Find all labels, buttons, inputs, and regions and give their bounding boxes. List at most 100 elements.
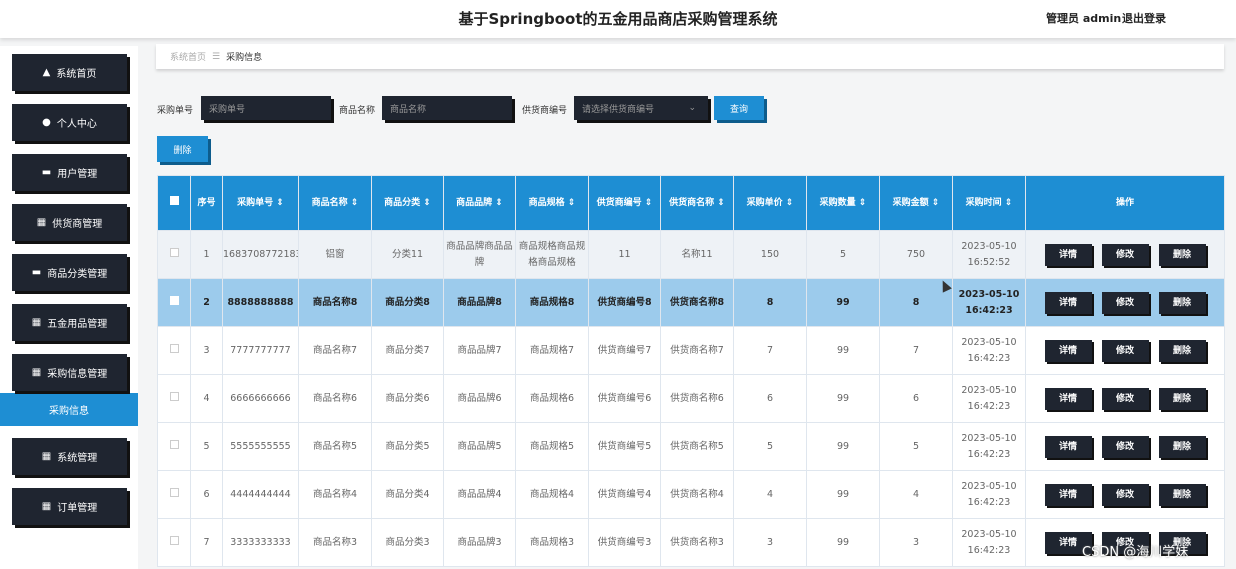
sidebar-item-label: 系统管理 xyxy=(57,453,98,464)
sidebar-item-label: 采购信息管理 xyxy=(47,369,108,380)
row-checkbox[interactable] xyxy=(169,247,179,257)
detail-button[interactable]: 详情 xyxy=(1044,387,1092,410)
breadcrumb-home[interactable]: 系统首页 xyxy=(170,50,206,63)
edit-button[interactable]: 修改 xyxy=(1101,339,1149,362)
table-cell: 7 xyxy=(733,326,807,375)
sidebar-item-5[interactable]: ▦ 五金用品管理 xyxy=(12,304,127,341)
table-cell: 商品规格6 xyxy=(515,374,589,423)
query-button[interactable]: 查询 xyxy=(714,96,764,120)
sidebar: 采购信息 ▲ 系统首页 ● 个人中心 ▬ 用户管理 ▦ 供货商管理 ▬ 商品分类管理 ▦ 五金用品管理… xyxy=(0,46,138,569)
column-header[interactable]: 采购时间 ⇕ xyxy=(952,175,1026,231)
edit-button[interactable]: 修改 xyxy=(1101,243,1149,266)
detail-button[interactable]: 详情 xyxy=(1044,483,1092,506)
edit-button[interactable]: 修改 xyxy=(1101,291,1149,314)
table-cell: 3 xyxy=(879,518,953,567)
delete-button[interactable]: 删除 xyxy=(1158,243,1206,266)
sidebar-item-7[interactable]: ▦ 系统管理 xyxy=(12,438,127,475)
table-cell: 150 xyxy=(733,230,807,279)
sidebar-item-label: 用户管理 xyxy=(57,169,98,180)
column-header[interactable]: 供货商名称 ⇕ xyxy=(660,175,734,231)
detail-button[interactable]: 详情 xyxy=(1044,339,1092,362)
row-checkbox[interactable] xyxy=(169,391,179,401)
table-cell: 2023-05-10 16:42:23 xyxy=(952,278,1026,327)
column-header[interactable]: 采购单号 ⇕ xyxy=(222,175,299,231)
select-all-checkbox[interactable] xyxy=(169,195,179,205)
table-cell: 供货商编号8 xyxy=(588,278,661,327)
purchase-table: 序号 采购单号 ⇕ 商品名称 ⇕ 商品分类 ⇕ 商品品牌 ⇕ 商品规格 ⇕ 供货商编号 ⇕ 供… xyxy=(157,175,1225,567)
row-checkbox[interactable] xyxy=(169,295,179,305)
column-header[interactable]: 商品名称 ⇕ xyxy=(298,175,372,231)
table-cell: 商品分类5 xyxy=(371,422,444,471)
table-cell: 4 xyxy=(879,470,953,519)
table-cell: 商品品牌商品品牌 xyxy=(443,230,516,279)
detail-button[interactable]: 详情 xyxy=(1044,291,1092,314)
table-cell: 3333333333 xyxy=(222,518,299,567)
table-row[interactable]: 5 5555555555 商品名称5 商品分类5 商品品牌5 商品规格5 供货商编号5 供货商… xyxy=(157,422,1225,471)
delete-button[interactable]: 删除 xyxy=(1158,435,1206,458)
table-cell: 供货商编号4 xyxy=(588,470,661,519)
row-checkbox[interactable] xyxy=(169,439,179,449)
table-row[interactable]: 1 1683708772183 铝窗 分类11 商品品牌商品品牌 商品规格商品规格商品规格… xyxy=(157,230,1225,279)
column-header[interactable]: 采购金额 ⇕ xyxy=(879,175,953,231)
table-row[interactable]: 4 6666666666 商品名称6 商品分类6 商品品牌6 商品规格6 供货商编号6 供货商… xyxy=(157,374,1225,423)
table-cell: 商品品牌8 xyxy=(443,278,516,327)
column-header[interactable]: 商品品牌 ⇕ xyxy=(443,175,516,231)
table-cell: 6 xyxy=(190,470,223,519)
table-row[interactable]: 7 3333333333 商品名称3 商品分类3 商品品牌3 商品规格3 供货商编号3 供货商… xyxy=(157,518,1225,567)
sidebar-item-4[interactable]: ▬ 商品分类管理 xyxy=(12,254,127,291)
table-cell: 供货商名称7 xyxy=(660,326,734,375)
table-cell: 3 xyxy=(190,326,223,375)
row-checkbox[interactable] xyxy=(169,535,179,545)
sidebar-item-3[interactable]: ▦ 供货商管理 xyxy=(12,204,127,241)
sidebar-item-6[interactable]: ▦ 采购信息管理 xyxy=(12,354,127,391)
select-all-header xyxy=(157,175,191,231)
table-row[interactable]: 6 4444444444 商品名称4 商品分类4 商品品牌4 商品规格4 供货商编号4 供货商… xyxy=(157,470,1225,519)
admin-user-label[interactable]: 管理员 admin xyxy=(1046,10,1121,26)
column-header[interactable]: 采购单价 ⇕ xyxy=(733,175,807,231)
column-header[interactable]: 商品规格 ⇕ xyxy=(515,175,589,231)
table-cell: 99 xyxy=(806,278,880,327)
table-cell: 2023-05-10 16:42:23 xyxy=(952,470,1026,519)
batch-delete-button[interactable]: 删除 xyxy=(157,136,208,162)
delete-button[interactable]: 删除 xyxy=(1158,387,1206,410)
table-cell: 8888888888 xyxy=(222,278,299,327)
table-row[interactable]: 2 8888888888 商品名称8 商品分类8 商品品牌8 商品规格8 供货商编号8 供货商… xyxy=(157,278,1225,327)
sidebar-sub-item-purchase-info[interactable]: 采购信息 xyxy=(0,393,138,426)
edit-button[interactable]: 修改 xyxy=(1101,435,1149,458)
sidebar-item-1[interactable]: ● 个人中心 xyxy=(12,104,127,141)
product-name-input[interactable]: 商品名称 xyxy=(382,96,512,120)
column-header[interactable]: 采购数量 ⇕ xyxy=(806,175,880,231)
delete-button[interactable]: 删除 xyxy=(1158,483,1206,506)
column-header[interactable]: 供货商编号 ⇕ xyxy=(588,175,661,231)
table-cell: 商品规格8 xyxy=(515,278,589,327)
home-icon: ▲ xyxy=(42,67,51,78)
order-no-input[interactable]: 采购单号 xyxy=(201,96,331,120)
table-cell: 商品规格7 xyxy=(515,326,589,375)
detail-button[interactable]: 详情 xyxy=(1044,243,1092,266)
edit-button[interactable]: 修改 xyxy=(1101,483,1149,506)
table-cell: 2023-05-10 16:42:23 xyxy=(952,422,1026,471)
row-actions: 详情 修改 删除 xyxy=(1025,230,1225,279)
table-cell: 99 xyxy=(806,518,880,567)
table-cell: 99 xyxy=(806,326,880,375)
column-header[interactable]: 商品分类 ⇕ xyxy=(371,175,444,231)
supplier-no-select[interactable]: 请选择供货商编号 ⌄ xyxy=(574,96,708,120)
edit-button[interactable]: 修改 xyxy=(1101,387,1149,410)
sidebar-item-0[interactable]: ▲ 系统首页 xyxy=(12,54,127,91)
row-checkbox[interactable] xyxy=(169,487,179,497)
sidebar-item-8[interactable]: ▦ 订单管理 xyxy=(12,488,127,525)
sidebar-item-label: 供货商管理 xyxy=(52,219,103,230)
table-cell: 750 xyxy=(879,230,953,279)
row-checkbox[interactable] xyxy=(169,343,179,353)
table-row[interactable]: 3 7777777777 商品名称7 商品分类7 商品品牌7 商品规格7 供货商编号7 供货商… xyxy=(157,326,1225,375)
logout-link[interactable]: 退出登录 xyxy=(1122,10,1166,26)
delete-button[interactable]: 删除 xyxy=(1158,339,1206,362)
table-cell: 99 xyxy=(806,374,880,423)
top-bar: 基于Springboot的五金用品商店采购管理系统 管理员 admin 退出登录 xyxy=(0,0,1236,38)
table-cell: 供货商编号5 xyxy=(588,422,661,471)
detail-button[interactable]: 详情 xyxy=(1044,435,1092,458)
table-cell: 商品品牌6 xyxy=(443,374,516,423)
table-cell: 供货商名称3 xyxy=(660,518,734,567)
sidebar-item-2[interactable]: ▬ 用户管理 xyxy=(12,154,127,191)
delete-button[interactable]: 删除 xyxy=(1158,291,1206,314)
